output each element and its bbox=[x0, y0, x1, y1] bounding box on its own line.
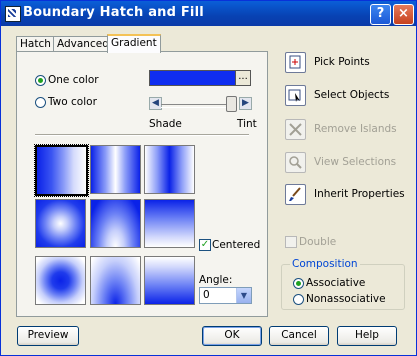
ok-button[interactable]: OK bbox=[202, 326, 262, 346]
two-color-radio[interactable] bbox=[35, 97, 46, 108]
remove-islands-label: Remove Islands bbox=[314, 123, 397, 135]
gradient-pattern-hemispherical[interactable] bbox=[90, 199, 141, 248]
preview-button[interactable]: Preview bbox=[17, 326, 79, 346]
angle-value: 0 bbox=[203, 289, 210, 301]
select-objects-button[interactable] bbox=[285, 85, 306, 106]
two-color-label: Two color bbox=[48, 96, 97, 108]
remove-islands-icon bbox=[289, 123, 302, 136]
pick-points-icon bbox=[289, 55, 301, 69]
cancel-button[interactable]: Cancel bbox=[269, 326, 329, 346]
tab-gradient[interactable]: Gradient bbox=[107, 34, 161, 53]
paintbrush-icon bbox=[289, 187, 301, 201]
pick-points-button[interactable] bbox=[285, 52, 306, 73]
associative-radio[interactable] bbox=[293, 278, 304, 289]
centered-checkbox[interactable]: ✓ bbox=[199, 239, 211, 251]
composition-title: Composition bbox=[290, 258, 360, 270]
tint-arrow-right-icon[interactable]: ▶ bbox=[239, 97, 252, 110]
gradient-pattern-spherical[interactable] bbox=[35, 199, 86, 248]
close-button[interactable]: × bbox=[393, 4, 414, 25]
inherit-properties-label: Inherit Properties bbox=[314, 188, 405, 200]
title-bar[interactable]: Boundary Hatch and Fill ? × bbox=[1, 1, 416, 26]
tint-label: Tint bbox=[237, 118, 257, 130]
gradient-pattern-inverted-curved[interactable] bbox=[144, 256, 195, 305]
one-color-radio[interactable] bbox=[35, 75, 46, 86]
hatch-app-icon bbox=[5, 6, 21, 22]
separator bbox=[35, 134, 249, 136]
help-title-button[interactable]: ? bbox=[370, 4, 391, 25]
gradient-pattern-inverted-cylinder[interactable] bbox=[144, 145, 195, 194]
tab-advanced[interactable]: Advanced bbox=[53, 36, 113, 51]
chevron-down-icon[interactable]: ▼ bbox=[236, 288, 251, 303]
angle-select[interactable]: 0 ▼ bbox=[199, 287, 252, 304]
gradient-pattern-cylinder[interactable] bbox=[90, 145, 141, 194]
centered-label: Centered bbox=[212, 239, 261, 251]
double-checkbox[interactable] bbox=[285, 236, 297, 248]
dialog-title: Boundary Hatch and Fill bbox=[23, 5, 204, 20]
pick-points-label: Pick Points bbox=[314, 56, 370, 68]
nonassociative-label: Nonassociative bbox=[306, 293, 386, 305]
view-selections-button[interactable] bbox=[285, 152, 306, 173]
double-label: Double bbox=[299, 236, 337, 248]
associative-label: Associative bbox=[306, 277, 366, 289]
remove-islands-button[interactable] bbox=[285, 119, 306, 140]
gradient-pattern-inverted-hemispherical[interactable] bbox=[90, 256, 141, 305]
gradient-pattern-inverted-spherical[interactable] bbox=[35, 256, 86, 305]
tab-hatch[interactable]: Hatch bbox=[16, 36, 55, 51]
inherit-properties-button[interactable] bbox=[285, 184, 306, 205]
angle-label: Angle: bbox=[199, 274, 233, 286]
shade-label: Shade bbox=[149, 118, 182, 130]
magnifier-icon bbox=[289, 156, 302, 169]
color-swatch[interactable] bbox=[149, 70, 236, 86]
help-button[interactable]: Help bbox=[337, 326, 397, 346]
select-objects-label: Select Objects bbox=[314, 89, 390, 101]
gradient-pattern-curved[interactable] bbox=[144, 199, 195, 248]
color-browse-button[interactable]: ... bbox=[235, 70, 251, 86]
gradient-pattern-linear[interactable] bbox=[34, 144, 89, 197]
nonassociative-radio[interactable] bbox=[293, 294, 304, 305]
one-color-label: One color bbox=[48, 74, 99, 86]
dialog-window: Boundary Hatch and Fill ? × Hatch Advanc… bbox=[0, 0, 417, 356]
select-objects-icon bbox=[288, 89, 301, 102]
shade-tint-slider-thumb[interactable] bbox=[226, 96, 237, 112]
view-selections-label: View Selections bbox=[314, 156, 397, 168]
